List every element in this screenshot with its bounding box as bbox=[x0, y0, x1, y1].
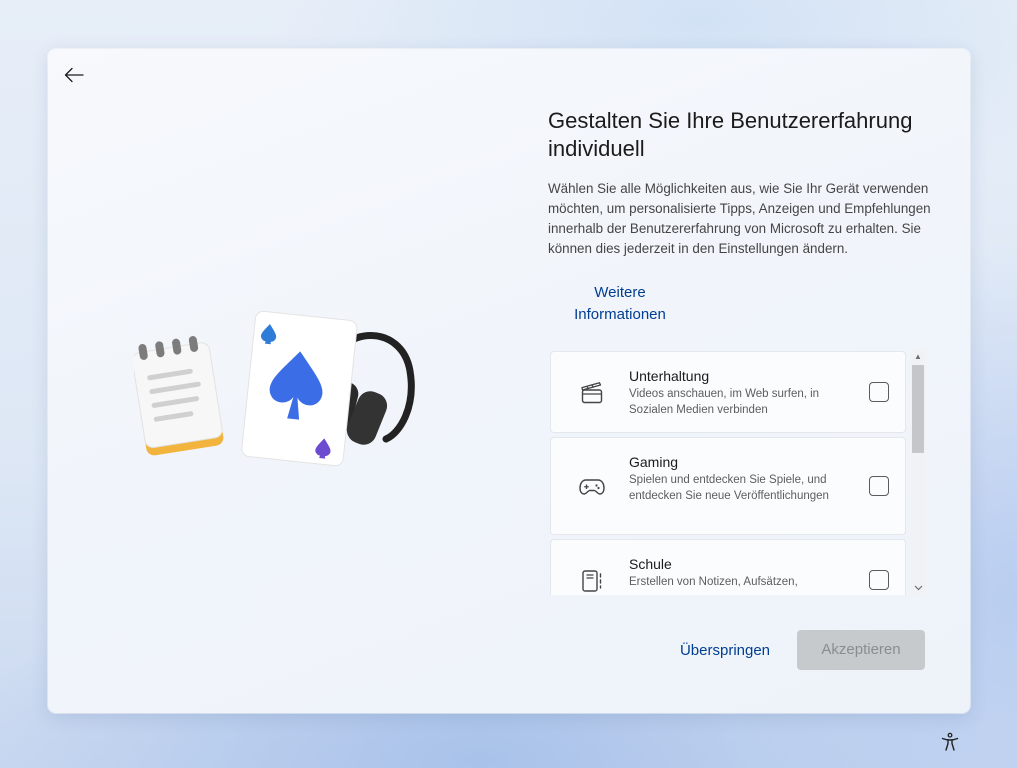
skip-button[interactable]: Überspringen bbox=[668, 631, 782, 671]
option-title: Schule bbox=[629, 556, 672, 572]
options-list: Unterhaltung Videos anschauen, im Web su… bbox=[550, 351, 906, 595]
notepad-icon bbox=[134, 336, 224, 456]
setup-dialog: Gestalten Sie Ihre Benutzererfahrung ind… bbox=[48, 49, 970, 713]
accept-button[interactable]: Akzeptieren bbox=[797, 630, 925, 670]
option-title: Gaming bbox=[629, 454, 679, 470]
option-description: Erstellen von Notizen, Aufsätzen, bbox=[629, 576, 798, 588]
option-checkbox[interactable] bbox=[869, 570, 889, 590]
options-scrollbar[interactable]: ▲ bbox=[910, 349, 926, 595]
scroll-down-arrow-icon[interactable] bbox=[910, 581, 926, 595]
clapperboard-icon bbox=[577, 378, 607, 408]
option-description: Videos anschauen, im Web surfen, in Sozi… bbox=[629, 388, 820, 416]
option-checkbox[interactable] bbox=[869, 382, 889, 402]
back-button[interactable] bbox=[60, 63, 88, 87]
more-info-link[interactable]: Weitere Informationen bbox=[558, 282, 682, 326]
scrollbar-thumb[interactable] bbox=[912, 365, 924, 453]
option-title: Unterhaltung bbox=[629, 368, 710, 384]
option-description: Spielen und entdecken Sie Spiele, und en… bbox=[629, 474, 829, 502]
notebook-icon bbox=[577, 566, 607, 595]
back-arrow-icon bbox=[64, 67, 84, 83]
option-gaming[interactable]: Gaming Spielen und entdecken Sie Spiele,… bbox=[550, 437, 906, 535]
option-entertainment[interactable]: Unterhaltung Videos anschauen, im Web su… bbox=[550, 351, 906, 433]
accessibility-button[interactable] bbox=[938, 730, 962, 754]
option-checkbox[interactable] bbox=[869, 476, 889, 496]
page-description: Wählen Sie alle Möglichkeiten aus, wie S… bbox=[548, 181, 931, 256]
playing-card-icon bbox=[241, 311, 358, 467]
accessibility-icon bbox=[941, 732, 959, 751]
personalization-illustration bbox=[134, 311, 415, 467]
option-school[interactable]: Schule Erstellen von Notizen, Aufsätzen, bbox=[550, 539, 906, 595]
page-title: Gestalten Sie Ihre Benutzererfahrung ind… bbox=[548, 108, 913, 161]
scroll-up-arrow-icon[interactable]: ▲ bbox=[910, 349, 926, 363]
gamepad-icon bbox=[577, 472, 607, 502]
